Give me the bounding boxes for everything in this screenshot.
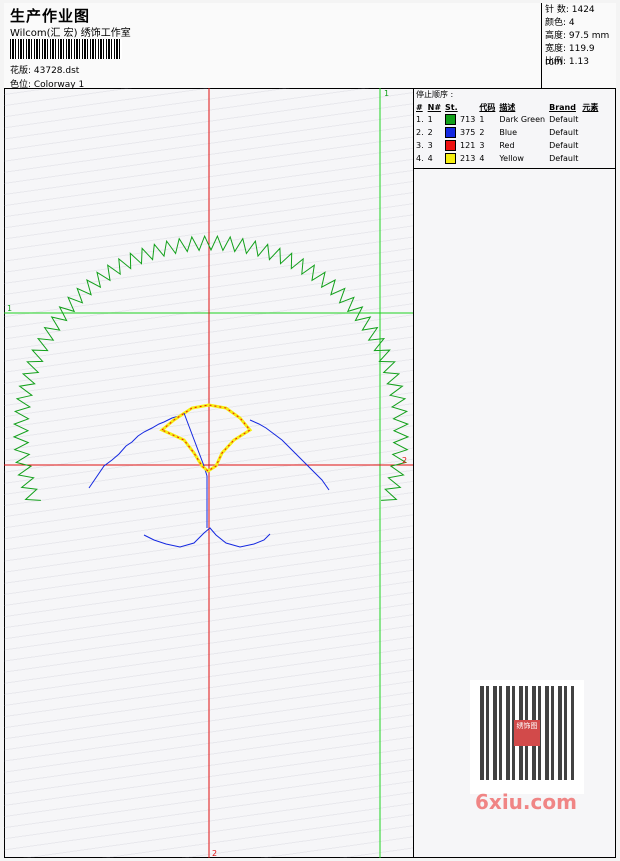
row-swatch [443,126,458,139]
qr-code: 绣饰图 [470,680,584,794]
col-desc: 描述 [499,102,516,112]
qr-stamp: 绣饰图 [514,720,540,746]
design-file: 花版: 43728.dst [10,66,80,76]
col-num: # [416,102,423,112]
row-num: 4. [416,154,424,163]
green-zigzag-border [12,234,410,501]
color-swatch [445,127,457,138]
row-swatch [443,152,458,165]
design-height: 高度: 97.5 mm [545,31,610,41]
row-swatch [443,139,458,152]
blue-stem [203,465,208,528]
table-header-row: # N# St. 代码 描述 Brand 元素 [414,101,600,113]
row-element [580,139,600,152]
row-brand: Default [549,115,579,124]
row-needle: 1 [427,115,433,124]
table-row: 1. 1 713 1 Dark Green Default [414,113,600,126]
color-count: 颜色: 4 [545,18,575,28]
row-code: 2 [479,128,485,137]
row-stitches: 213 [460,154,476,163]
green-top-label: 1 [384,89,389,98]
row-brand: Default [549,128,579,137]
color-swatch [445,140,457,151]
company-name: Wilcom(汇 宏) 绣饰工作室 [10,28,131,39]
row-num: 1. [416,115,424,124]
design-width: 宽度: 119.9 mm [545,44,595,67]
table-row: 4. 4 213 4 Yellow Default [414,152,600,165]
row-stitches: 375 [460,128,476,137]
col-element: 元素 [582,102,599,112]
row-element [580,113,600,126]
blue-mouth [143,527,271,548]
blue-leaf-vein [183,412,205,467]
row-desc: Red [499,141,515,150]
table-row: 3. 3 121 3 Red Default [414,139,600,152]
row-element [580,126,600,139]
row-needle: 3 [427,141,433,150]
col-n: N# [427,102,442,112]
table-row: 2. 2 375 2 Blue Default [414,126,600,139]
red-bottom-label: 2 [212,849,217,858]
green-left-label: 1 [7,304,12,313]
row-brand: Default [549,141,579,150]
row-code: 1 [479,115,485,124]
stop-sequence-title: 停止顺序 : [416,90,454,99]
watermark-text: 6xiu.com [475,790,577,814]
row-needle: 4 [427,154,433,163]
col-code: 代码 [479,102,496,112]
design-canvas: 1 1 2 2 [4,88,414,858]
blue-right-wing [249,419,330,491]
row-code: 4 [479,154,485,163]
color-swatch [445,114,457,125]
row-num: 2. [416,128,424,137]
embroidery-preview: 1 1 2 2 [4,88,413,858]
row-desc: Dark Green [499,115,546,124]
stop-sequence-panel: 停止顺序 : # N# St. 代码 描述 Brand 元素 1. 1 713 1 Da… [414,88,616,169]
row-element [580,152,600,165]
red-right-label: 2 [402,456,407,465]
row-num: 3. [416,141,424,150]
row-stitches: 713 [460,115,476,124]
stitch-count: 针 数: 1424 [545,5,595,15]
row-desc: Blue [499,128,518,137]
stats-panel: 针 数: 1424 颜色: 4 高度: 97.5 mm 宽度: 119.9 mm… [541,3,616,89]
color-swatch [445,153,457,164]
design-scale: 比例: 1.13 [545,57,589,67]
row-brand: Default [549,154,579,163]
row-desc: Yellow [499,154,524,163]
col-st: St. [445,102,458,112]
row-swatch [443,113,458,126]
stop-sequence-table: # N# St. 代码 描述 Brand 元素 1. 1 713 1 Dark Gree… [414,101,600,165]
barcode [10,39,122,59]
col-brand: Brand [549,102,576,112]
row-needle: 2 [427,128,433,137]
row-stitches: 121 [460,141,476,150]
header: 生产作业图 Wilcom(汇 宏) 绣饰工作室 花版: 43728.dst 色位… [4,3,616,90]
page-title: 生产作业图 [10,7,91,25]
row-code: 3 [479,141,485,150]
